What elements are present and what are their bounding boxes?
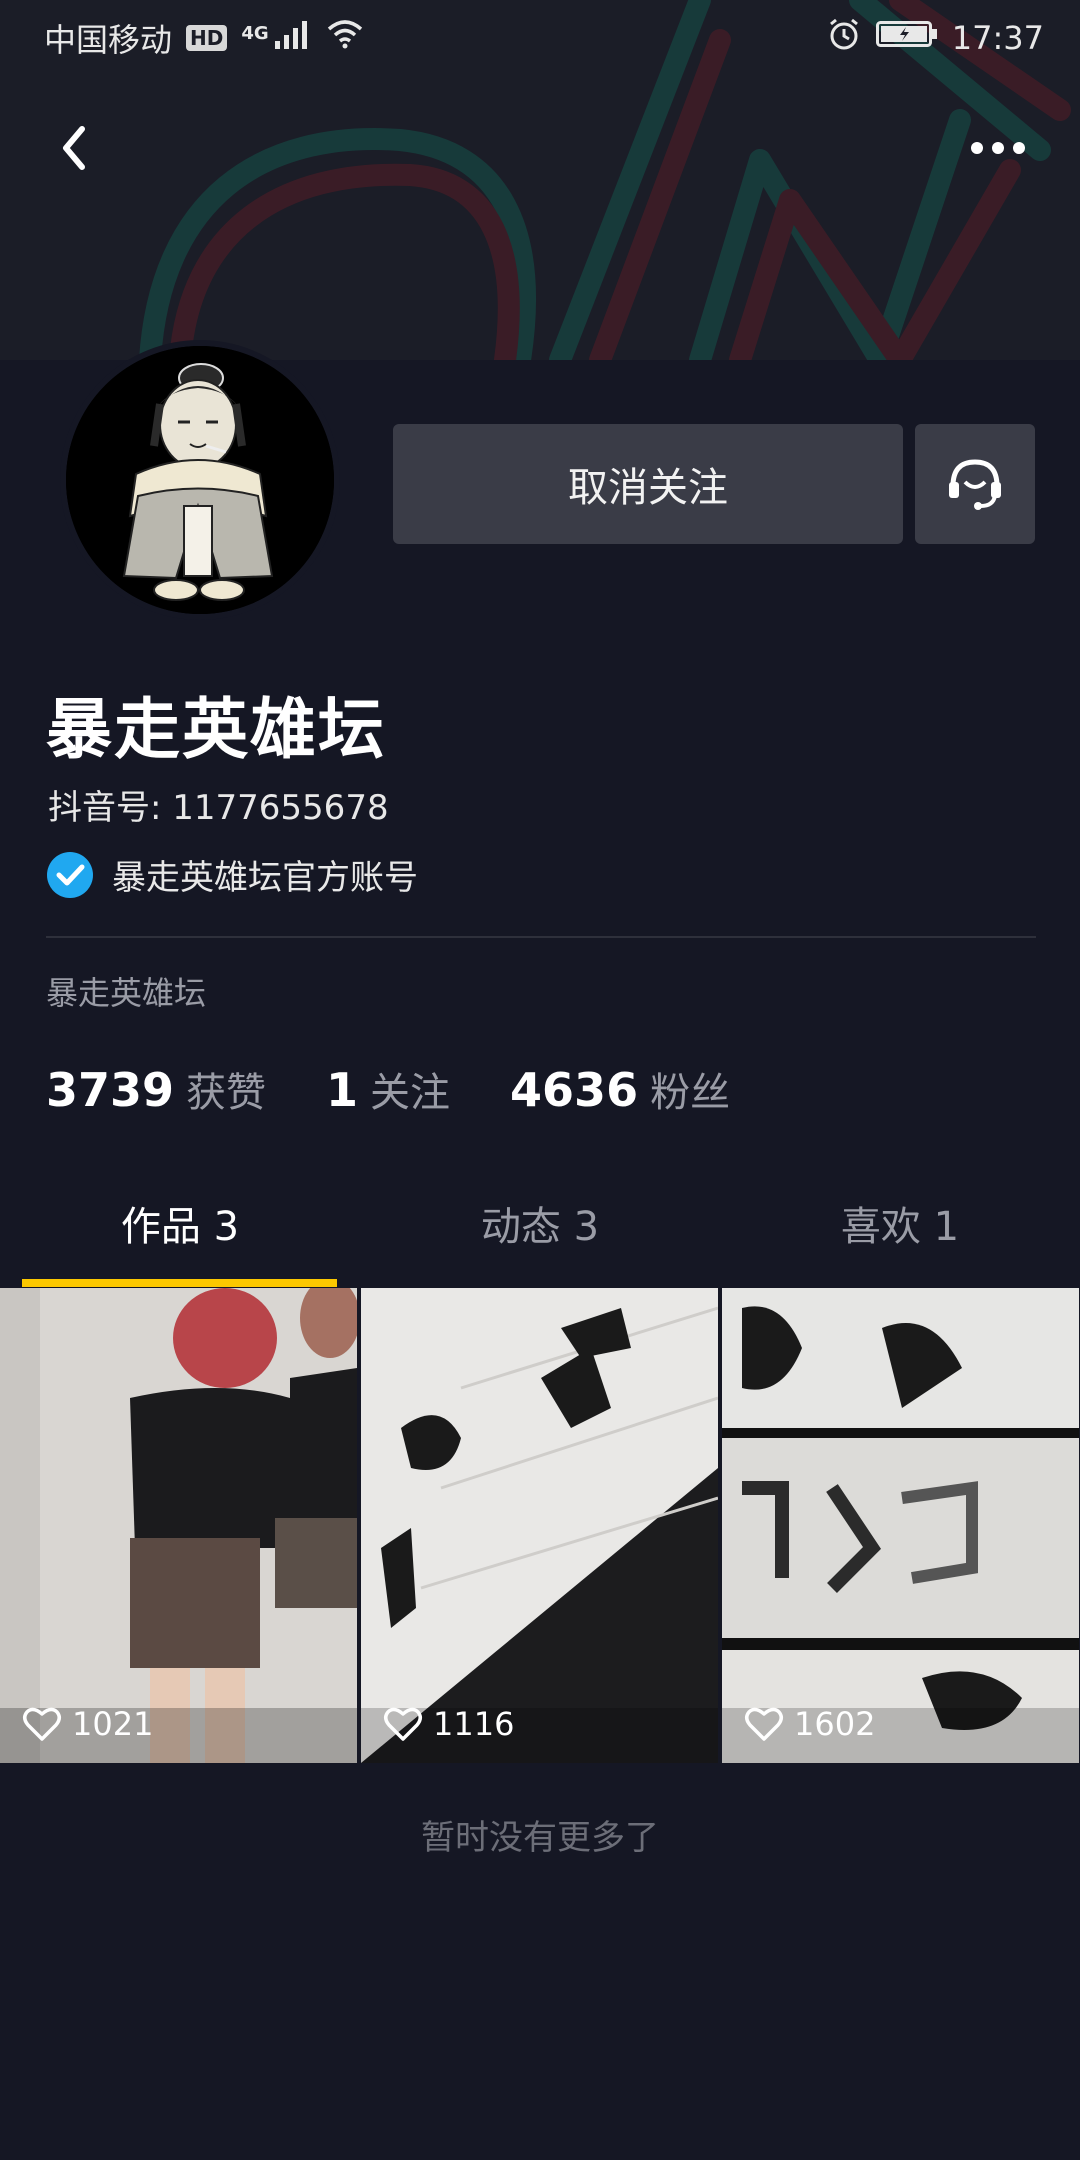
back-button[interactable]	[34, 108, 114, 188]
battery-icon	[875, 19, 938, 57]
video-thumbnail	[361, 1288, 718, 1763]
tab-works[interactable]: 作品 3	[0, 1160, 360, 1286]
like-count: 1602	[744, 1705, 875, 1743]
video-thumbnail	[722, 1288, 1079, 1763]
stat-label: 关注	[370, 1070, 451, 1116]
verified-label: 暴走英雄坛官方账号	[112, 858, 418, 898]
headset-icon	[949, 459, 1001, 510]
video-tile[interactable]: 1021	[0, 1288, 357, 1763]
more-button[interactable]	[950, 108, 1046, 188]
tab-likes[interactable]: 喜欢 1	[720, 1160, 1080, 1286]
stat-number: 1	[326, 1063, 359, 1117]
stat-label: 粉丝	[650, 1070, 731, 1116]
carrier-label: 中国移动	[44, 21, 173, 59]
heart-icon	[23, 1707, 61, 1741]
tab-dynamics[interactable]: 动态 3	[360, 1160, 720, 1286]
like-count: 1116	[383, 1705, 514, 1743]
unfollow-button[interactable]: 取消关注	[393, 424, 903, 544]
customer-service-button[interactable]	[915, 424, 1035, 544]
stats-row: 3739 获赞 1 关注 4636 粉丝	[46, 1060, 790, 1118]
alarm-icon	[826, 16, 862, 60]
stat-number: 4636	[510, 1063, 639, 1117]
profile-name: 暴走英雄坛	[46, 691, 386, 768]
divider	[46, 936, 1036, 938]
verified-check-icon	[47, 851, 93, 898]
verified-row: 暴走英雄坛官方账号	[46, 850, 418, 899]
like-count: 1021	[22, 1705, 153, 1743]
like-number: 1021	[72, 1705, 154, 1743]
no-more-text: 暂时没有更多了	[421, 1818, 659, 1858]
back-arrow-icon	[63, 126, 85, 170]
stat-number: 3739	[46, 1063, 175, 1117]
status-bar: 中国移动 HD 4G 17:37	[0, 0, 1080, 76]
avatar[interactable]	[60, 340, 340, 620]
profile-bio: 暴走英雄坛	[46, 974, 207, 1012]
video-grid: 1021 1116 1602	[0, 1288, 1080, 1763]
profile-page: 中国移动 HD 4G 17:37 取消关注 暴走英雄坛 抖音号: 1177655…	[0, 0, 1080, 2160]
douyin-id: 抖音号: 1177655678	[48, 788, 389, 828]
clock-time: 17:37	[951, 19, 1044, 57]
stat-following[interactable]: 1 关注	[326, 1060, 450, 1118]
like-number: 1602	[794, 1705, 876, 1743]
video-thumbnail	[0, 1288, 357, 1763]
profile-tabs: 作品 3 动态 3 喜欢 1	[0, 1160, 1080, 1286]
stat-likes: 3739 获赞	[46, 1060, 266, 1118]
heart-icon	[745, 1707, 783, 1741]
stat-followers[interactable]: 4636 粉丝	[510, 1060, 730, 1118]
more-dots-icon	[971, 142, 1025, 154]
heart-icon	[384, 1707, 422, 1741]
like-number: 1116	[433, 1705, 515, 1743]
active-tab-indicator	[22, 1279, 337, 1287]
stat-label: 获赞	[186, 1070, 267, 1116]
signal-icon	[274, 19, 311, 57]
network-label: 4G	[241, 23, 269, 44]
hd-badge: HD	[186, 25, 228, 51]
wifi-icon	[325, 19, 365, 57]
video-tile[interactable]: 1602	[722, 1288, 1079, 1763]
avatar-character-image	[66, 346, 334, 614]
video-tile[interactable]: 1116	[361, 1288, 718, 1763]
